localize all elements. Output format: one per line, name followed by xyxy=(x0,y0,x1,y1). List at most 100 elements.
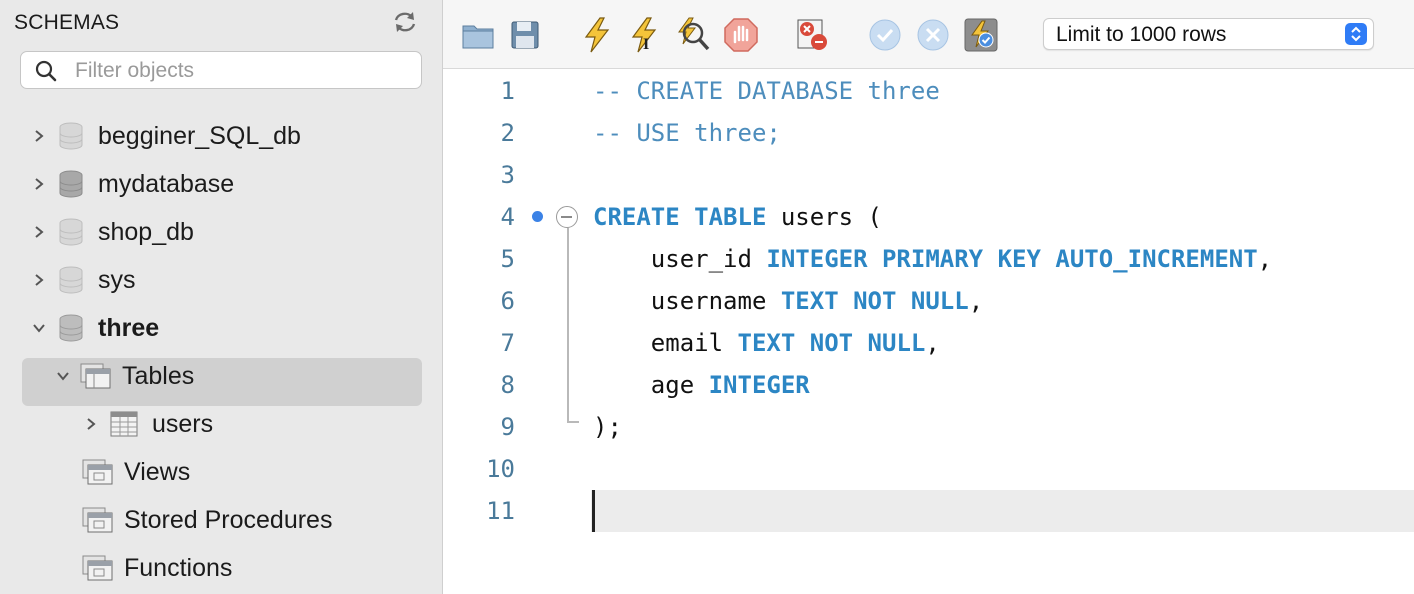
x-circle-icon xyxy=(917,19,949,51)
code-text: age INTEGER xyxy=(593,364,810,406)
schemas-panel: SCHEMAS begginer_SQL_db mydatabase shop_… xyxy=(0,0,443,594)
database-icon xyxy=(59,266,83,294)
functions-folder-icon xyxy=(82,555,113,581)
database-icon xyxy=(59,314,83,342)
line-number: 11 xyxy=(486,497,515,525)
schema-name[interactable]: mydatabase xyxy=(98,170,234,199)
procedures-folder-icon xyxy=(82,507,113,533)
line-number: 5 xyxy=(500,245,515,273)
code-line: 7 email TEXT NOT NULL, xyxy=(443,322,1414,364)
tables-folder-icon xyxy=(80,363,111,389)
schema-row-begginer-sql-db[interactable]: begginer_SQL_db xyxy=(32,113,301,159)
filter-input[interactable] xyxy=(73,56,417,86)
tree-label-users[interactable]: users xyxy=(152,410,213,439)
tree-label-stored-procedures[interactable]: Stored Procedures xyxy=(124,506,332,535)
sql-editor[interactable]: 1 -- CREATE DATABASE three 2 -- USE thre… xyxy=(443,69,1414,594)
schema-name[interactable]: sys xyxy=(98,266,136,295)
schemas-title: SCHEMAS xyxy=(14,11,120,34)
line-number: 2 xyxy=(500,119,515,147)
line-number: 10 xyxy=(486,455,515,483)
sql-keyword: INTEGER PRIMARY KEY AUTO_INCREMENT xyxy=(766,245,1258,273)
schema-name[interactable]: begginer_SQL_db xyxy=(98,122,301,151)
schema-row-sys[interactable]: sys xyxy=(32,257,136,303)
chevron-right-icon[interactable] xyxy=(32,177,46,191)
tree-item-stored-procedures[interactable]: Stored Procedures xyxy=(82,497,332,543)
autocommit-toggle-button[interactable] xyxy=(963,16,999,54)
chevron-right-icon[interactable] xyxy=(32,225,46,239)
sql-punct: , xyxy=(925,329,940,357)
lightning-icon xyxy=(584,17,610,53)
chevron-right-icon[interactable] xyxy=(32,273,46,287)
stop-hand-icon xyxy=(724,18,758,52)
sql-keyword: TEXT NOT NULL xyxy=(780,287,969,315)
toggle-stop-on-error-button[interactable] xyxy=(795,16,831,54)
schema-row-shop-db[interactable]: shop_db xyxy=(32,209,194,255)
sql-identifier: email xyxy=(593,329,738,357)
code-line-current: 11 xyxy=(443,490,1414,532)
sql-keyword: CREATE TABLE xyxy=(593,203,767,231)
schema-row-mydatabase[interactable]: mydatabase xyxy=(32,161,234,207)
line-number: 3 xyxy=(500,161,515,189)
sql-identifier: age xyxy=(593,371,709,399)
sql-identifier: users ( xyxy=(766,203,882,231)
chevron-down-icon[interactable] xyxy=(32,321,46,335)
open-file-button[interactable] xyxy=(460,16,496,54)
line-number: 8 xyxy=(500,371,515,399)
tree-item-functions[interactable]: Functions xyxy=(82,545,232,591)
code-line: 6 username TEXT NOT NULL, xyxy=(443,280,1414,322)
execute-current-button[interactable]: I xyxy=(627,16,663,54)
line-number: 9 xyxy=(500,413,515,441)
code-line: 10 xyxy=(443,448,1414,490)
code-text: -- USE three; xyxy=(593,119,781,147)
line-number: 1 xyxy=(500,77,515,105)
tree-label-functions[interactable]: Functions xyxy=(124,554,232,583)
schema-row-three[interactable]: three xyxy=(32,305,159,351)
schema-name-active[interactable]: three xyxy=(98,314,159,343)
execute-button[interactable] xyxy=(579,16,615,54)
limit-rows-value: Limit to 1000 rows xyxy=(1056,23,1227,46)
sql-keyword: INTEGER xyxy=(708,371,810,399)
folder-icon xyxy=(462,25,494,49)
code-line: 4 CREATE TABLE users ( xyxy=(443,196,1414,238)
code-text: ); xyxy=(593,413,622,441)
database-icon xyxy=(59,218,83,246)
views-folder-icon xyxy=(82,459,113,485)
code-line: 2 -- USE three; xyxy=(443,112,1414,154)
line-number: 7 xyxy=(500,329,515,357)
sql-punct: , xyxy=(1257,245,1273,273)
chevron-down-icon[interactable] xyxy=(56,369,70,383)
line-number: 4 xyxy=(500,203,515,231)
tree-label-tables[interactable]: Tables xyxy=(122,362,194,391)
rollback-button[interactable] xyxy=(915,16,951,54)
save-button[interactable] xyxy=(507,16,543,54)
magnifier-icon xyxy=(678,17,710,51)
refresh-icon[interactable] xyxy=(392,10,418,34)
chevron-right-icon[interactable] xyxy=(84,417,98,431)
database-icon xyxy=(59,170,83,198)
tree-item-views[interactable]: Views xyxy=(82,449,190,495)
filter-box[interactable] xyxy=(20,51,422,89)
checkmark-icon xyxy=(869,19,901,51)
code-line: 3 xyxy=(443,154,1414,196)
code-line: 5 user_id INTEGER PRIMARY KEY AUTO_INCRE… xyxy=(443,238,1414,280)
tree-label-views[interactable]: Views xyxy=(124,458,190,487)
code-text: username TEXT NOT NULL, xyxy=(593,280,983,322)
schema-name[interactable]: shop_db xyxy=(98,218,194,247)
table-grid-icon xyxy=(110,411,138,437)
commit-button[interactable] xyxy=(867,16,903,54)
chevron-right-icon[interactable] xyxy=(32,129,46,143)
sql-editor-toolbar: I Limit to 1000 rows xyxy=(443,0,1414,69)
tree-item-table-users[interactable]: users xyxy=(84,401,213,447)
tree-item-tables[interactable]: Tables xyxy=(56,353,194,399)
stop-button[interactable] xyxy=(723,16,759,54)
code-text: email TEXT NOT NULL, xyxy=(593,322,940,364)
save-icon xyxy=(511,21,539,49)
sql-punct: , xyxy=(968,287,984,315)
database-icon xyxy=(59,122,83,150)
explain-button[interactable] xyxy=(675,16,711,54)
code-line: 8 age INTEGER xyxy=(443,364,1414,406)
code-text: user_id INTEGER PRIMARY KEY AUTO_INCREME… xyxy=(593,238,1272,280)
limit-rows-select[interactable]: Limit to 1000 rows xyxy=(1043,18,1374,50)
sql-identifier: username xyxy=(593,287,781,315)
code-text: -- CREATE DATABASE three xyxy=(593,77,940,105)
